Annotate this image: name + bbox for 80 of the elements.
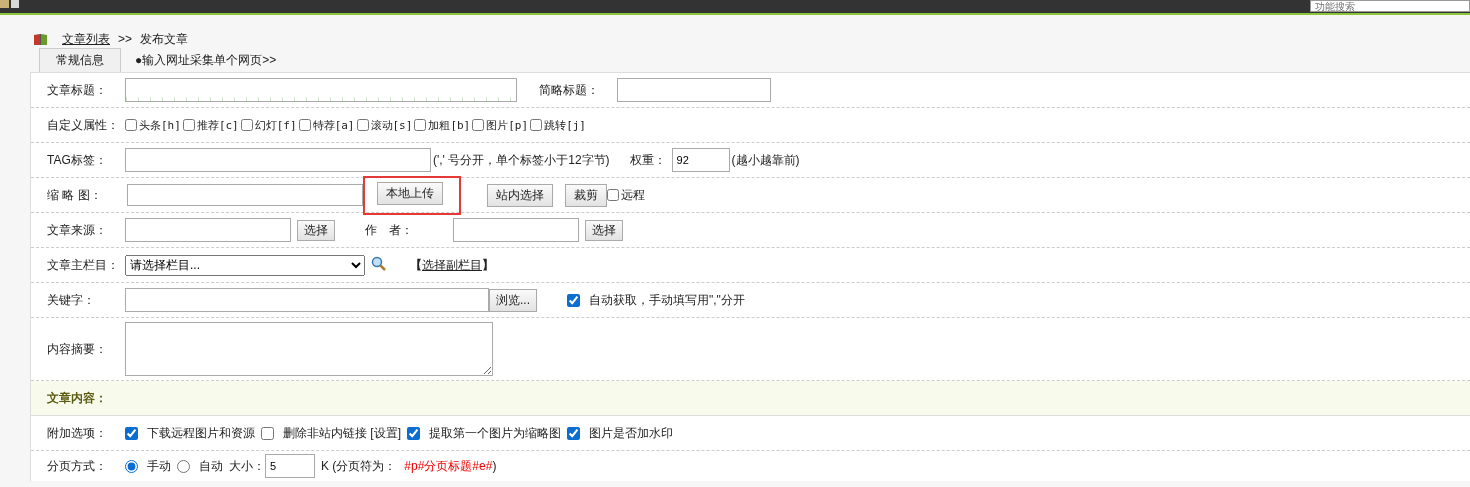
checkbox-label: 加粗[b] xyxy=(428,117,471,133)
radio-button[interactable] xyxy=(125,459,138,473)
select-button[interactable]: 选择 xyxy=(585,219,623,241)
hint-text: (',' 号分开，单个标签小于12字节) xyxy=(433,151,610,169)
checkbox-label: 图片[p] xyxy=(486,117,529,133)
checkbox-label: 远程 xyxy=(621,186,645,204)
thumbnail-field[interactable] xyxy=(127,184,363,206)
checkbox-label: 特荐[a] xyxy=(312,117,355,133)
bracket-text: 【 xyxy=(410,256,422,274)
field-label: 权重： xyxy=(629,151,667,169)
sub-column-link[interactable]: 选择副栏目 xyxy=(422,256,482,274)
checkbox[interactable] xyxy=(356,119,369,131)
field-label: 文章标题： xyxy=(47,81,108,99)
hint-text: K (分页符为： xyxy=(321,457,397,475)
weight-field[interactable]: 92 xyxy=(671,148,730,172)
radio-label: 手动 xyxy=(147,457,171,475)
field-label: TAG标签： xyxy=(47,151,108,169)
field-label: 简略标题： xyxy=(539,81,600,99)
checkbox[interactable] xyxy=(125,426,138,440)
bracket-text: 】 xyxy=(482,256,494,274)
checkbox-label: 幻灯[f] xyxy=(254,117,297,133)
field-label: 自定义属性： xyxy=(47,116,120,134)
checkbox[interactable] xyxy=(607,189,619,201)
hint-text: ) xyxy=(492,459,497,473)
tab[interactable]: 常规信息 xyxy=(39,48,121,72)
field-label: 作 者： xyxy=(365,221,414,239)
breadcrumb-link[interactable]: 文章列表 xyxy=(62,30,110,48)
checkbox-label: 头条[h] xyxy=(139,117,181,133)
checkbox[interactable] xyxy=(182,119,195,131)
size-field[interactable]: 5 xyxy=(265,454,315,478)
field-label: 内容摘要： xyxy=(47,340,108,358)
upload-button[interactable]: 本地上传 xyxy=(377,181,443,205)
tab[interactable]: ●输入网址采集单个网页>> xyxy=(121,49,291,72)
field-label: 附加选项： xyxy=(47,424,108,442)
checkbox[interactable] xyxy=(240,119,253,131)
browse-button[interactable]: 浏览... xyxy=(489,288,537,312)
checkbox-label: 图片是否加水印 xyxy=(589,424,673,442)
breadcrumb-separator: >> xyxy=(118,32,132,46)
checkbox[interactable] xyxy=(567,426,580,440)
checkbox-label: 推荐[c] xyxy=(196,117,239,133)
checkbox[interactable] xyxy=(472,119,485,131)
checkbox-label: 下载远程图片和资源 xyxy=(147,424,255,442)
select-button[interactable]: 选择 xyxy=(297,219,335,241)
breadcrumb-current: 发布文章 xyxy=(140,30,188,48)
radio-button[interactable] xyxy=(177,459,190,473)
thumbnail-button[interactable]: 裁剪 xyxy=(565,183,607,207)
checkbox-label: 提取第一个图片为缩略图 xyxy=(429,424,561,442)
checkbox[interactable] xyxy=(407,426,420,440)
field-label: 缩 略 图： xyxy=(47,186,103,204)
checkbox[interactable] xyxy=(414,119,427,131)
field-label: 大小： xyxy=(229,457,265,475)
search-field[interactable]: 功能搜索 xyxy=(1310,0,1470,12)
checkbox[interactable] xyxy=(125,119,137,131)
title-field[interactable] xyxy=(125,78,517,102)
field-label: 文章来源： xyxy=(47,221,108,239)
checkbox[interactable] xyxy=(530,119,543,131)
field-label: 关键字： xyxy=(47,291,96,309)
checkbox-label: 滚动[s] xyxy=(370,117,413,133)
checkbox-label: 删除非站内链接 [设置] xyxy=(283,424,401,442)
field-label: 分页方式： xyxy=(47,457,108,475)
checkbox-label: 跳转[j] xyxy=(544,117,586,133)
summary-field[interactable] xyxy=(125,322,493,376)
page-break-marker: #p#分页标题#e# xyxy=(404,457,493,475)
checkbox-label: 自动获取，手动填写用","分开 xyxy=(589,291,745,309)
section-title: 文章内容： xyxy=(47,389,107,407)
hint-text: (越小越靠前) xyxy=(731,151,800,169)
radio-label: 自动 xyxy=(199,457,223,475)
short-title-field[interactable] xyxy=(617,78,771,102)
thumbnail-button[interactable]: 站内选择 xyxy=(487,183,553,207)
checkbox[interactable] xyxy=(261,426,274,440)
search-icon[interactable] xyxy=(371,255,386,271)
checkbox[interactable] xyxy=(567,293,580,307)
book-icon xyxy=(33,32,48,46)
keywords-field[interactable] xyxy=(125,288,489,312)
author-field[interactable] xyxy=(453,218,579,242)
field-label: 文章主栏目： xyxy=(47,256,120,274)
tag-field[interactable] xyxy=(125,148,431,172)
source-field[interactable] xyxy=(125,218,291,242)
column-dropdown[interactable]: 请选择栏目... xyxy=(125,254,365,276)
checkbox[interactable] xyxy=(298,119,311,131)
